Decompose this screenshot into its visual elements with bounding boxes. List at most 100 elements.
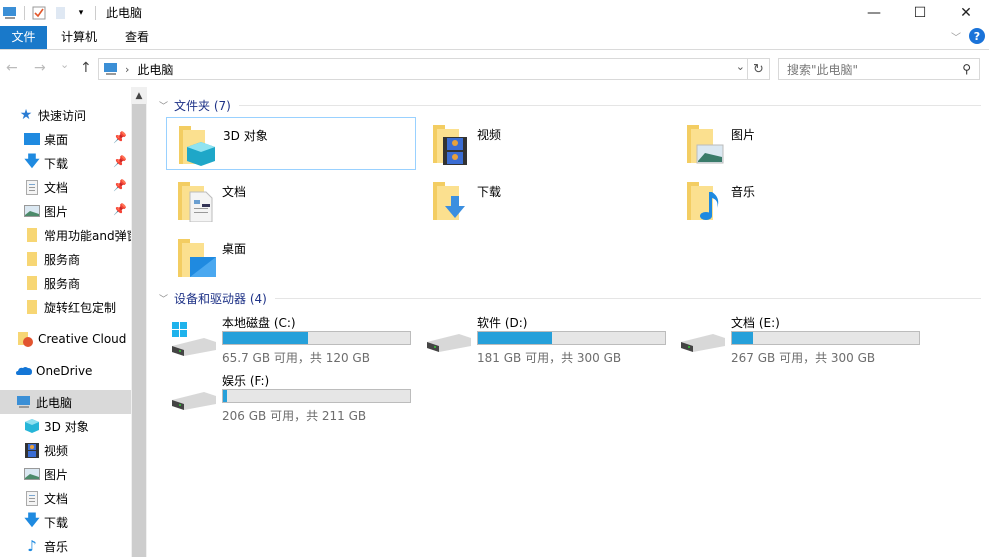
sidebar-item-label: 常用功能and弹窗 — [44, 228, 131, 243]
folder-tile-documents[interactable]: 文档 — [166, 174, 416, 227]
drive-tile-e[interactable]: 文档 (E:) 267 GB 可用，共 300 GB — [675, 314, 925, 370]
search-icon[interactable]: ⚲ — [962, 62, 971, 76]
drive-tile-f[interactable]: 娱乐 (F:) 206 GB 可用，共 211 GB — [166, 372, 416, 428]
sidebar-item-pictures[interactable]: 图片 📌 — [0, 199, 131, 223]
video-icon — [24, 442, 40, 458]
sidebar-item-desktop[interactable]: 桌面 📌 — [0, 127, 131, 151]
pin-icon[interactable]: 📌 — [113, 131, 127, 144]
sidebar-pc-documents[interactable]: 文档 — [0, 486, 131, 510]
download-folder-icon — [431, 180, 471, 222]
recent-locations-button[interactable]: ⌄ — [60, 58, 69, 71]
folder-tile-desktop[interactable]: 桌面 — [166, 231, 416, 284]
help-icon[interactable]: ? — [969, 28, 985, 44]
picture-folder-icon — [685, 123, 725, 165]
sidebar-item-label: 快速访问 — [38, 108, 87, 123]
folder-tile-3d-objects[interactable]: 3D 对象 — [166, 117, 416, 170]
search-placeholder: 搜索"此电脑" — [787, 62, 859, 77]
separator — [95, 5, 96, 20]
back-button[interactable]: ← — [6, 60, 18, 76]
sidebar-item-label: 桌面 — [44, 132, 69, 147]
download-icon: 🡇 — [24, 151, 40, 170]
sidebar-item-label: 文档 — [44, 180, 69, 195]
search-input[interactable]: 搜索"此电脑" ⚲ — [778, 58, 980, 80]
drive-usage-fill — [223, 332, 308, 344]
address-dropdown-icon[interactable]: ⌄ — [736, 60, 745, 73]
sidebar-item-label: 3D 对象 — [44, 419, 89, 434]
sidebar-item-documents[interactable]: 文档 📌 — [0, 175, 131, 199]
sidebar-pc-downloads[interactable]: 🡇 下载 — [0, 510, 131, 534]
hard-drive-icon — [425, 332, 471, 362]
close-button[interactable]: ✕ — [943, 0, 989, 25]
pin-icon[interactable]: 📌 — [113, 179, 127, 192]
collapse-chevron-icon[interactable]: ﹀ — [159, 99, 168, 112]
star-icon: ★ — [19, 107, 33, 123]
folder-tile-pictures[interactable]: 图片 — [675, 117, 925, 170]
music-icon: ♪ — [27, 537, 37, 555]
drive-name: 本地磁盘 (C:) — [222, 316, 296, 330]
forward-button[interactable]: → — [34, 60, 46, 76]
sidebar-item-label: 下载 — [44, 515, 69, 530]
picture-icon — [24, 203, 40, 219]
collapse-chevron-icon[interactable]: ﹀ — [159, 292, 168, 305]
address-bar[interactable]: › 此电脑 ⌄ ↻ — [98, 58, 770, 80]
divider — [274, 298, 981, 299]
properties-icon[interactable] — [31, 5, 47, 21]
breadcrumb-this-pc[interactable]: 此电脑 — [137, 61, 173, 78]
expand-ribbon-icon[interactable]: ﹀ — [951, 29, 961, 44]
computer-icon — [2, 5, 18, 21]
tab-computer[interactable]: 计算机 — [50, 26, 108, 49]
sidebar-pc-music[interactable]: ♪ 音乐 — [0, 534, 131, 557]
folder-icon — [24, 275, 40, 291]
picture-icon — [24, 466, 40, 482]
content-pane: ﹀ 文件夹 (7) 3D 对象 视频 图片 文档 下载 音乐 桌面 ﹀ 设备和驱… — [147, 87, 989, 557]
scroll-up-arrow-icon[interactable]: ▲ — [131, 87, 147, 104]
scrollbar-thumb[interactable] — [132, 104, 146, 557]
minimize-button[interactable]: — — [851, 0, 897, 25]
pin-icon[interactable]: 📌 — [113, 155, 127, 168]
tab-file[interactable]: 文件 — [0, 26, 47, 49]
document-folder-icon — [176, 180, 216, 223]
sidebar-item-downloads[interactable]: 🡇 下载 📌 — [0, 151, 131, 175]
sidebar-pc-3d-objects[interactable]: 3D 对象 — [0, 414, 131, 438]
sidebar-item-folder[interactable]: 服务商 — [0, 247, 131, 271]
pin-icon[interactable]: 📌 — [113, 203, 127, 216]
refresh-button[interactable]: ↻ — [747, 59, 769, 79]
maximize-button[interactable]: ☐ — [897, 0, 943, 25]
drive-tile-c[interactable]: 本地磁盘 (C:) 65.7 GB 可用，共 120 GB — [166, 314, 416, 370]
folder-label: 文档 — [222, 185, 247, 199]
drive-tile-d[interactable]: 软件 (D:) 181 GB 可用，共 300 GB — [421, 314, 671, 370]
title-bar: ▾ 此电脑 — ☐ ✕ — [0, 0, 989, 25]
customize-toolbar-icon[interactable]: ▾ — [73, 5, 89, 21]
folder-tile-music[interactable]: 音乐 — [675, 174, 925, 227]
sidebar-item-folder[interactable]: 旋转红包定制 — [0, 295, 131, 319]
folder-tile-videos[interactable]: 视频 — [421, 117, 671, 170]
folder-tile-downloads[interactable]: 下载 — [421, 174, 671, 227]
sidebar-item-folder[interactable]: 服务商 — [0, 271, 131, 295]
sidebar-item-label: 视频 — [44, 443, 69, 458]
new-folder-icon[interactable] — [53, 5, 69, 21]
folder-icon — [24, 251, 40, 267]
drive-usage-fill — [478, 332, 553, 344]
document-icon — [24, 179, 40, 195]
drive-usage-fill — [223, 390, 228, 402]
document-icon — [24, 490, 40, 506]
sidebar-item-label: 旋转红包定制 — [44, 300, 117, 315]
sidebar-this-pc[interactable]: 此电脑 — [0, 390, 131, 414]
up-button[interactable]: ↑ — [80, 60, 92, 76]
sidebar-pc-videos[interactable]: 视频 — [0, 438, 131, 462]
desktop-icon — [24, 131, 40, 147]
sidebar-item-label: Creative Cloud Files — [38, 332, 131, 346]
sidebar-item-folder[interactable]: 常用功能and弹窗 — [0, 223, 131, 247]
breadcrumb-chevron-icon[interactable]: › — [125, 63, 129, 76]
sidebar-creative-cloud[interactable]: Creative Cloud Files — [0, 327, 131, 351]
folder-icon — [24, 227, 40, 243]
sidebar-scrollbar[interactable]: ▲ — [131, 87, 147, 557]
sidebar-pc-pictures[interactable]: 图片 — [0, 462, 131, 486]
sidebar-onedrive[interactable]: OneDrive — [0, 359, 131, 383]
sidebar-quick-access[interactable]: ★ 快速访问 — [0, 103, 131, 127]
drives-group-header[interactable]: ﹀ 设备和驱动器 (4) — [159, 290, 981, 307]
divider — [238, 105, 981, 106]
sidebar-item-label: 服务商 — [44, 276, 81, 291]
folders-group-header[interactable]: ﹀ 文件夹 (7) — [159, 97, 981, 114]
tab-view[interactable]: 查看 — [112, 26, 162, 49]
